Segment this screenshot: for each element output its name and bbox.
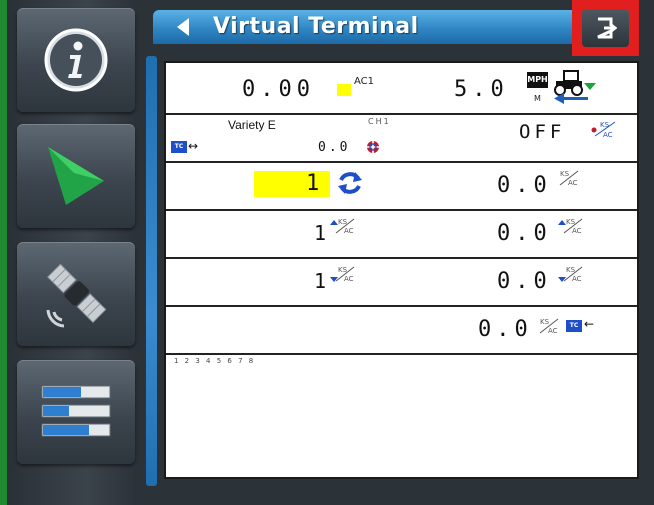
exit-button[interactable] [572, 0, 639, 56]
sync-icon[interactable] [336, 169, 364, 197]
row-target-rate: 1 0.0 KS AC [166, 161, 637, 211]
variety-value: 0.0 [318, 140, 351, 155]
status-text: OFF [519, 121, 566, 143]
svg-text:AC: AC [572, 275, 582, 283]
ks-ac-tc-icon: KS AC [539, 318, 559, 335]
channel-label: CH1 [368, 117, 391, 126]
bar-list-icon [41, 385, 111, 437]
actual-rate-value: 0.0 [497, 173, 552, 198]
sidebar [7, 0, 139, 505]
ks-ac-min-right-icon: KS AC [558, 266, 583, 283]
back-button[interactable] [173, 15, 193, 39]
tc-rate-value: 0.0 [478, 317, 533, 342]
ks-ac-unit-icon: KS AC [559, 170, 579, 187]
page-title: Virtual Terminal [213, 14, 419, 39]
ks-ac-min-icon: KS AC [330, 266, 355, 283]
speed-unit-box: MPH [527, 72, 548, 88]
svg-text:KS: KS [560, 170, 570, 178]
speed-unit-sub: M [534, 94, 541, 103]
section-ruler: 1 2 3 4 5 6 7 8 [174, 357, 254, 365]
row-variety: Variety E CH1 TC ↔ 0.0 OFF KS AC [166, 113, 637, 163]
svg-text:AC: AC [344, 227, 354, 235]
svg-text:AC: AC [344, 275, 354, 283]
rate-label: AC1 [354, 76, 375, 87]
ks-ac-max-icon: KS AC [330, 218, 355, 235]
ks-ac-off-icon: KS AC [591, 121, 616, 139]
svg-text:KS: KS [600, 121, 610, 129]
svg-text:AC: AC [548, 327, 558, 335]
scroll-strip[interactable] [146, 56, 157, 486]
title-bar: Virtual Terminal [153, 10, 579, 44]
satellite-icon [46, 263, 107, 328]
speed-value: 5.0 [454, 77, 509, 102]
info-icon [44, 28, 108, 92]
rate-bars-button[interactable] [17, 360, 135, 464]
svg-text:AC: AC [572, 227, 582, 235]
highlight-swatch [337, 84, 351, 96]
exit-button-face [582, 9, 629, 47]
satellite-button[interactable] [17, 242, 135, 346]
variety-name: Variety E [228, 118, 276, 132]
target-rate-value: 1 [306, 171, 320, 196]
rate-value: 0.00 [242, 77, 315, 102]
double-arrow-icon: ↔ [188, 139, 199, 153]
tc-badge-right: TC [566, 320, 582, 332]
info-button[interactable] [17, 8, 135, 112]
svg-text:KS: KS [540, 318, 550, 326]
max-rate-left-value: 1 [314, 221, 327, 245]
lower-area: 1 2 3 4 5 6 7 8 [166, 353, 637, 477]
target-icon [367, 141, 379, 153]
play-icon [48, 147, 104, 205]
terminal-panel: 0.00 AC1 5.0 MPH M Variety E CH1 TC ↔ 0.… [164, 61, 639, 479]
svg-text:AC: AC [568, 179, 578, 187]
arrow-left-icon: ← [584, 317, 595, 331]
min-rate-right-value: 0.0 [497, 269, 552, 294]
min-rate-left-value: 1 [314, 269, 327, 293]
row-tc-rate: 0.0 KS AC TC ← [166, 305, 637, 355]
row-rate-speed: 0.00 AC1 5.0 MPH M [166, 63, 637, 115]
tractor-speed-icon [554, 70, 596, 104]
row-max-rate: 1 KS AC 0.0 KS AC [166, 209, 637, 259]
max-rate-right-value: 0.0 [497, 221, 552, 246]
row-min-rate: 1 KS AC 0.0 KS AC [166, 257, 637, 307]
play-button[interactable] [17, 124, 135, 228]
main-area: Virtual Terminal 0.00 AC1 5.0 MPH M Vari… [139, 0, 654, 505]
chevron-left-icon [177, 18, 189, 36]
left-edge-stripe [0, 0, 7, 505]
tc-badge: TC [171, 141, 187, 153]
exit-icon [596, 17, 617, 39]
svg-text:AC: AC [603, 131, 613, 139]
ks-ac-max-right-icon: KS AC [558, 218, 583, 235]
